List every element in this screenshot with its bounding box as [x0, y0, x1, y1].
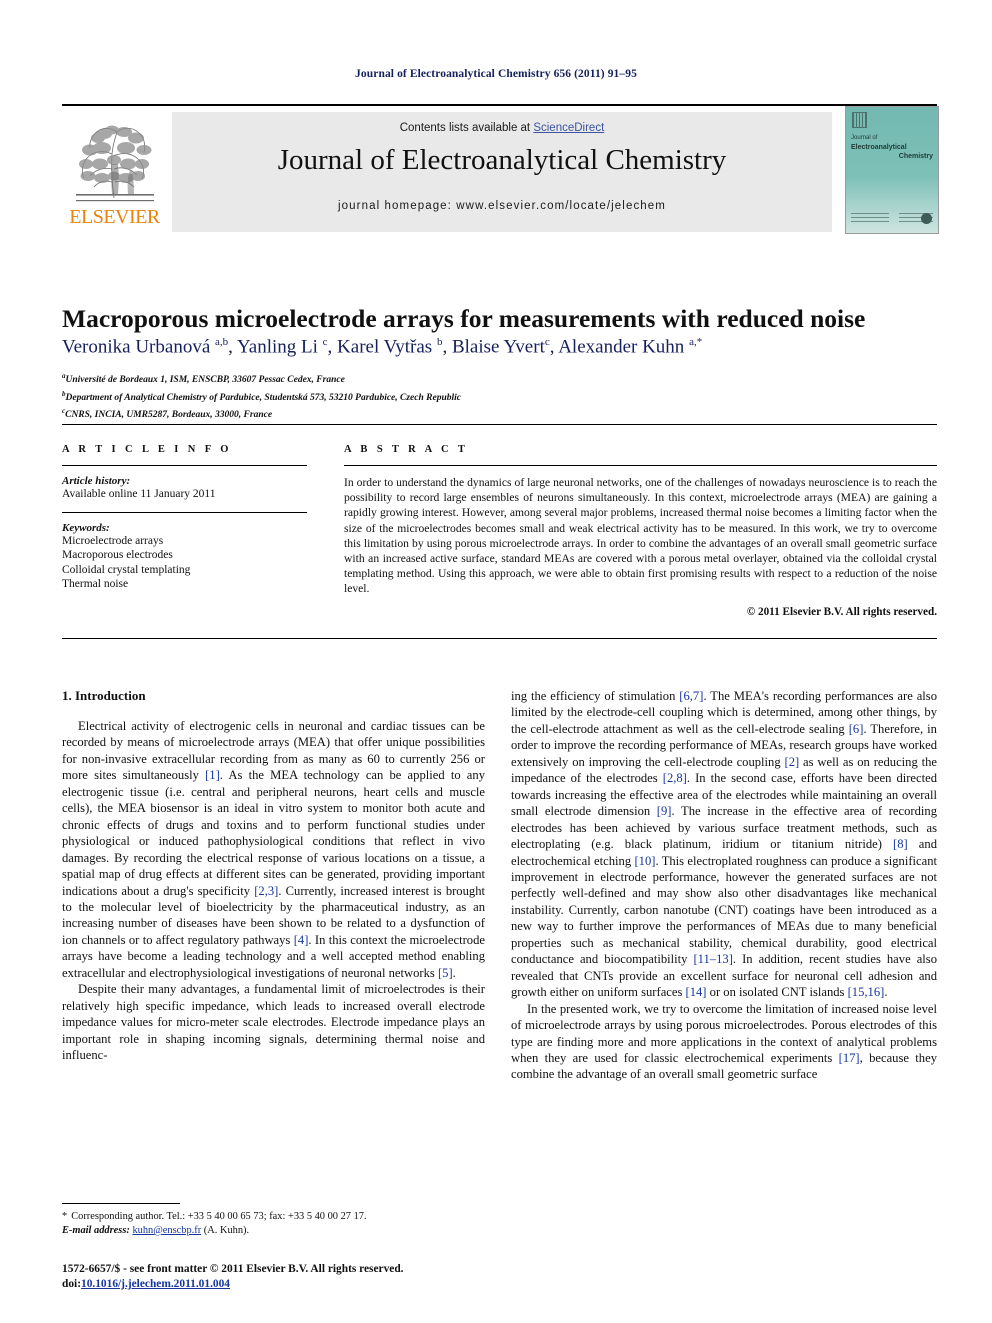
keyword-item: Macroporous electrodes — [62, 549, 173, 561]
cover-publisher-mark-icon — [852, 112, 867, 128]
abstract-copyright: © 2011 Elsevier B.V. All rights reserved… — [746, 605, 937, 618]
article-info-heading: A R T I C L E I N F O — [62, 444, 232, 455]
cover-badge-icon — [921, 213, 932, 224]
masthead-top-rule — [62, 104, 937, 106]
journal-title: Journal of Electroanalytical Chemistry — [277, 144, 727, 176]
footnote-block: * Corresponding author. Tel.: +33 5 40 00… — [62, 1210, 485, 1238]
contents-available-line: Contents lists available at ScienceDirec… — [172, 122, 832, 134]
elsevier-logo: ELSEVIER — [62, 112, 167, 232]
abstract-body: In order to understand the dynamics of l… — [344, 476, 937, 596]
affiliation-list: aUniversité de Bordeaux 1, ISM, ENSCBP, … — [62, 372, 461, 421]
footnote-rule — [62, 1203, 180, 1204]
running-head: Journal of Electroanalytical Chemistry 6… — [355, 68, 637, 80]
keyword-item: Microelectrode arrays — [62, 534, 164, 547]
corresponding-author-note: * Corresponding author. Tel.: +33 5 40 00… — [62, 1210, 485, 1224]
section-heading-introduction: 1. Introduction — [62, 688, 146, 703]
cover-title-text: Journal of Electroanalytical Chemistry — [851, 134, 933, 161]
journal-cover-thumbnail[interactable]: Journal of Electroanalytical Chemistry — [845, 106, 939, 234]
corresponding-author-text: Corresponding author. Tel.: +33 5 40 00 … — [71, 1211, 367, 1222]
panel-top-rule — [62, 424, 937, 425]
keyword-item: Colloidal crystal templating — [62, 563, 191, 576]
keyword-item: Thermal noise — [62, 578, 129, 590]
body-column-right: ing the efficiency of stimulation [6,7].… — [511, 688, 937, 1083]
cover-line-2: Electroanalytical — [851, 144, 907, 151]
elsevier-tree-icon — [68, 114, 161, 204]
article-info-rule-2 — [62, 511, 307, 513]
article-history-label: Article history: — [62, 475, 131, 487]
asterisk-icon: * — [62, 1211, 68, 1222]
journal-masthead: ELSEVIER Contents lists available at Sci… — [62, 104, 939, 234]
cover-line-1: Journal of — [851, 135, 878, 141]
doi-label: doi: — [62, 1278, 81, 1290]
abstract-heading: A B S T R A C T — [344, 444, 469, 455]
email-note: E-mail address: kuhn@enscbp.fr (A. Kuhn)… — [62, 1224, 485, 1238]
abstract-column: A B S T R A C T In order to understand t… — [344, 444, 937, 618]
article-page: Journal of Electroanalytical Chemistry 6… — [0, 0, 992, 1323]
front-matter-line: 1572-6657/$ - see front matter © 2011 El… — [62, 1263, 404, 1275]
contents-prefix: Contents lists available at — [399, 122, 534, 134]
paragraph: In the presented work, we try to overcom… — [511, 1001, 937, 1082]
paragraph: ing the efficiency of stimulation [6,7].… — [511, 689, 937, 1000]
doi-line: doi:10.1016/j.jelechem.2011.01.004 — [62, 1277, 522, 1292]
abstract-rule — [344, 465, 937, 466]
article-history-value: Available online 11 January 2011 — [62, 488, 216, 500]
paragraph: Despite their many advantages, a fundame… — [62, 982, 485, 1063]
author-list: Veronika Urbanová a,b, Yanling Li c, Kar… — [62, 336, 703, 358]
doi-link[interactable]: 10.1016/j.jelechem.2011.01.004 — [81, 1278, 230, 1290]
article-info-rule-1 — [62, 465, 307, 466]
sciencedirect-link[interactable]: ScienceDirect — [533, 122, 604, 134]
body-column-left: 1. Introduction Electrical activity of e… — [62, 688, 485, 1064]
keywords-label: Keywords: — [62, 521, 110, 534]
paragraph: Electrical activity of electrogenic cell… — [62, 719, 485, 980]
email-address-label: E-mail address: — [62, 1225, 130, 1236]
email-owner: (A. Kuhn). — [203, 1225, 250, 1236]
keywords-list: Microelectrode arrays Macroporous electr… — [62, 534, 307, 592]
journal-band: Contents lists available at ScienceDirec… — [172, 112, 832, 232]
page-footer: 1572-6657/$ - see front matter © 2011 El… — [62, 1262, 522, 1292]
article-info-column: A R T I C L E I N F O Article history: A… — [62, 444, 307, 592]
journal-homepage[interactable]: journal homepage: www.elsevier.com/locat… — [172, 200, 832, 212]
cover-line-3: Chemistry — [898, 153, 933, 160]
email-link[interactable]: kuhn@enscbp.fr — [132, 1225, 201, 1236]
elsevier-wordmark: ELSEVIER — [69, 206, 160, 228]
cover-footer-left-mark — [851, 213, 889, 225]
panel-bottom-rule — [62, 638, 937, 639]
